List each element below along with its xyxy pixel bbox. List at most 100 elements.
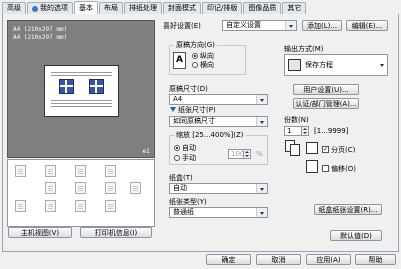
tab-label: 布局: [104, 4, 118, 12]
printer-view-button[interactable]: 主机视图(V): [8, 227, 72, 238]
collate-checkbox[interactable]: ✓: [322, 146, 329, 153]
tab-basic[interactable]: 基本: [74, 1, 98, 14]
collate-label: 分页(C): [331, 146, 356, 154]
defaults-button[interactable]: 默认值(D): [330, 230, 382, 241]
offset-label: 偏移(O): [331, 165, 356, 173]
punch-icon[interactable]: [45, 165, 56, 177]
preview-original-size: A4 (210x297 mm): [13, 26, 68, 33]
staple-icon[interactable]: [15, 165, 26, 177]
tray-select[interactable]: 自动: [169, 183, 268, 194]
tab-image-quality[interactable]: 图像品质: [243, 2, 282, 14]
tab-label: 图像品质: [248, 4, 277, 12]
text-line: [51, 106, 112, 107]
chevron-down-icon: [260, 121, 264, 124]
collate-pages-icon: [285, 140, 300, 156]
printer-icon: [288, 59, 301, 71]
zoom-manual-radio[interactable]: [174, 155, 180, 161]
zoom-manual-label: 手动: [182, 154, 196, 162]
text-line: [51, 103, 112, 104]
landscape-radio[interactable]: [192, 62, 198, 68]
duplex-icon[interactable]: [45, 182, 56, 194]
tray-paper-settings-button[interactable]: 纸盒纸张设置(R)...: [314, 204, 382, 215]
collate-stack-icon: [306, 142, 318, 154]
tab-label: 高级: [7, 4, 21, 12]
portrait-radio[interactable]: [192, 53, 198, 59]
text-line: [51, 75, 112, 76]
overlay-icon[interactable]: [75, 200, 86, 212]
image-icon: [89, 79, 104, 94]
combine-icon[interactable]: [75, 182, 86, 194]
zoom-value-field[interactable]: 100: [228, 149, 244, 159]
help-button[interactable]: 帮助: [355, 254, 396, 265]
function-icon-panel: [7, 159, 155, 227]
favorite-label: 喜好设置(E): [163, 22, 201, 30]
output-method-value: 保存方程: [305, 61, 333, 69]
tab-finishing[interactable]: 排纸处理: [124, 2, 162, 14]
apply-button[interactable]: 应用(A): [306, 254, 351, 265]
original-size-value: A4: [173, 95, 183, 103]
chevron-down-icon: [380, 64, 384, 67]
output-method-select[interactable]: 保存方程: [284, 54, 388, 76]
chevron-down-icon: [289, 25, 293, 28]
favorite-select[interactable]: 自定义设置: [222, 20, 297, 31]
offset-icon[interactable]: [105, 182, 116, 194]
tray-value: 自动: [173, 184, 187, 192]
original-size-select[interactable]: A4: [169, 94, 268, 105]
tray-label: 纸盒(T): [169, 174, 193, 182]
orientation-title: 原稿方向(G): [174, 41, 217, 49]
page-preview: A4 (210x297 mm) A4 (210x297 mm) e1: [7, 20, 155, 158]
printer-info-button[interactable]: 打印机信息(I): [80, 227, 152, 238]
tab-label: 封面模式: [168, 4, 196, 12]
cover-icon[interactable]: [15, 200, 26, 212]
page-number-icon[interactable]: [105, 200, 116, 212]
image-icon: [59, 79, 74, 94]
tab-stamp[interactable]: 印记/排版: [202, 2, 243, 14]
watermark-icon[interactable]: [45, 200, 56, 212]
tab-label: 排纸处理: [129, 4, 157, 12]
tab-label: 其它: [287, 4, 302, 12]
chevron-down-icon: [260, 188, 264, 191]
preview-paper-size: A4 (210x297 mm): [13, 34, 68, 41]
copies-spinner[interactable]: [302, 126, 309, 136]
ok-button[interactable]: 确定: [206, 254, 251, 265]
copies-label: 份数(N): [284, 116, 309, 124]
zoom-spinner[interactable]: [244, 149, 251, 159]
tab-my-options[interactable]: 我的选项: [27, 2, 73, 14]
zoom-auto-radio[interactable]: [174, 145, 180, 151]
paper-type-label: 纸张类型(Y): [169, 198, 207, 206]
paper-size-label: 纸张尺寸(P): [178, 106, 216, 114]
chevron-down-icon: [260, 212, 264, 215]
copies-field[interactable]: 1: [284, 126, 302, 136]
add-favorite-button[interactable]: 添加(L)...: [302, 20, 342, 31]
fold-icon[interactable]: [75, 165, 86, 177]
user-settings-button[interactable]: 用户设置(U)...: [293, 84, 359, 95]
cancel-button[interactable]: 取消: [256, 254, 301, 265]
zoom-auto-label: 自动: [182, 144, 196, 152]
preview-page-number: e1: [142, 148, 150, 155]
booklet-icon[interactable]: [105, 165, 116, 177]
portrait-page-icon: A: [173, 52, 186, 69]
authentication-button[interactable]: 认证/部门管理(A)...: [293, 98, 359, 109]
zoom-title: 缩放 [25...400%](Z): [174, 131, 246, 139]
paper-type-value: 普通纸: [173, 208, 194, 216]
offset-checkbox[interactable]: [322, 165, 329, 172]
tab-cover-mode[interactable]: 封面模式: [163, 2, 201, 14]
text-line: [51, 72, 112, 73]
edit-favorite-button[interactable]: 编辑(E)...: [346, 20, 388, 31]
zoom-unit: %: [256, 150, 263, 158]
landscape-label: 横向: [200, 61, 214, 69]
tab-advanced[interactable]: 高级: [2, 2, 26, 14]
collate-icon[interactable]: [130, 182, 141, 194]
copies-range: [1...9999]: [314, 127, 349, 135]
original-size-label: 原稿尺寸(D): [169, 85, 208, 93]
tab-other[interactable]: 其它: [282, 2, 307, 14]
portrait-label: 纵向: [200, 52, 214, 60]
chevron-down-icon: [260, 99, 264, 102]
preview-paper: [44, 65, 119, 117]
paper-size-select[interactable]: 如同原稿尺寸: [169, 116, 268, 127]
paper-type-select[interactable]: 普通纸: [169, 207, 268, 218]
tab-layout[interactable]: 布局: [99, 2, 123, 14]
offset-stack-icon: [306, 160, 318, 173]
favorite-value: 自定义设置: [226, 21, 261, 29]
output-method-label: 输出方式(M): [284, 45, 324, 53]
